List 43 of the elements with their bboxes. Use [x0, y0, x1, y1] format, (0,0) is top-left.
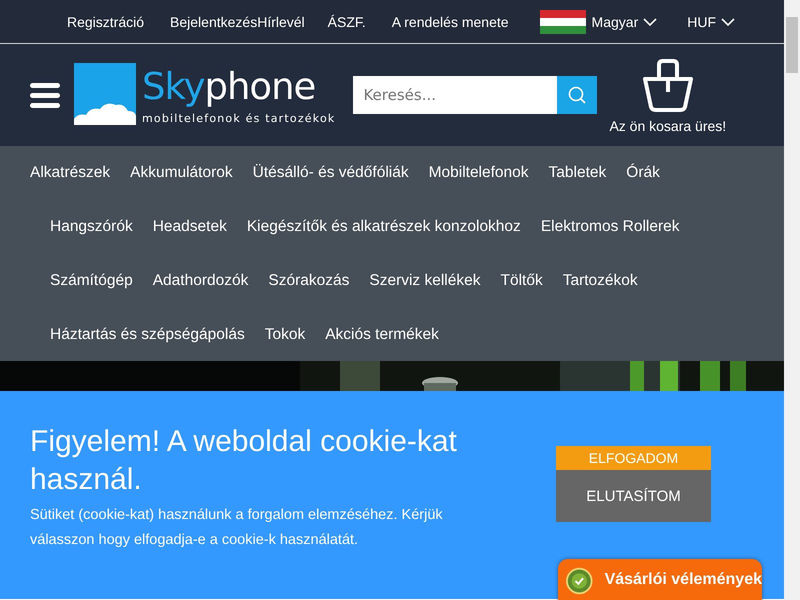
search-button[interactable] — [557, 76, 598, 114]
top-link[interactable]: Bejelentkezés — [170, 14, 258, 30]
category-link[interactable]: Akciós termékek — [325, 326, 439, 344]
currency-dropdown[interactable]: HUF — [687, 14, 736, 30]
badge-icon — [566, 567, 593, 595]
brand-name: Skyphone — [142, 66, 316, 108]
logo-tagline: mobiltelefonok és tartozékok — [142, 112, 336, 125]
cookie-text: Sütiket (cookie-kat) használunk a forgalom elemzéséhez. Kérjük válasszon hogy elfogadja-e a cookie-k használatát. — [30, 506, 444, 550]
category-link[interactable]: Headsetek — [152, 218, 227, 236]
category-link[interactable]: Akkumulátorok — [130, 164, 233, 182]
category-link[interactable]: Tokok — [264, 326, 306, 344]
category-link[interactable]: Számítógép — [50, 272, 133, 290]
flag-icon — [540, 10, 586, 34]
language-dropdown[interactable]: Magyar — [540, 10, 658, 34]
menu-icon — [30, 82, 60, 108]
reject-button[interactable]: ELUTASÍTOM — [556, 470, 711, 522]
search-icon — [568, 86, 586, 104]
category-link[interactable]: Adathordozók — [152, 272, 248, 290]
cookie-title: Figyelem! A weboldal cookie-kat használ. — [30, 424, 458, 498]
category-link[interactable]: Mobiltelefonok — [428, 164, 529, 182]
cart-status: Az ön kosara üres! — [609, 118, 726, 134]
menu-button[interactable] — [30, 82, 60, 108]
top-link[interactable]: Regisztráció — [67, 14, 144, 30]
category-link[interactable]: Töltők — [500, 272, 543, 290]
category-link[interactable]: Tabletek — [548, 164, 606, 182]
category-link[interactable]: Háztartás és szépségápolás — [50, 326, 245, 344]
search-field[interactable]: Keresés... — [353, 76, 558, 114]
category-link[interactable]: Kiegészítők és alkatrészek konzolokhoz — [246, 218, 521, 236]
chevron-icon — [721, 18, 736, 26]
basket-icon — [640, 58, 695, 112]
logo-icon — [74, 63, 136, 125]
category-link[interactable]: Elektromos Rollerek — [540, 218, 680, 236]
category-link[interactable]: Órák — [626, 164, 660, 182]
category-link[interactable]: Tartozékok — [562, 272, 638, 290]
category-link[interactable]: Szórakozás — [268, 272, 350, 290]
category-link[interactable]: Hangszórók — [50, 218, 133, 236]
category-link[interactable]: Alkatrészek — [30, 164, 110, 182]
top-link[interactable]: Hírlevél — [257, 14, 305, 30]
category-link[interactable]: Szerviz kellékek — [369, 272, 480, 290]
top-link[interactable]: A rendelés menete — [392, 14, 509, 30]
category-link[interactable]: Ütésálló- és védőfóliák — [252, 164, 409, 182]
chevron-icon — [643, 18, 658, 26]
top-link[interactable]: ÁSZF. — [328, 14, 366, 30]
